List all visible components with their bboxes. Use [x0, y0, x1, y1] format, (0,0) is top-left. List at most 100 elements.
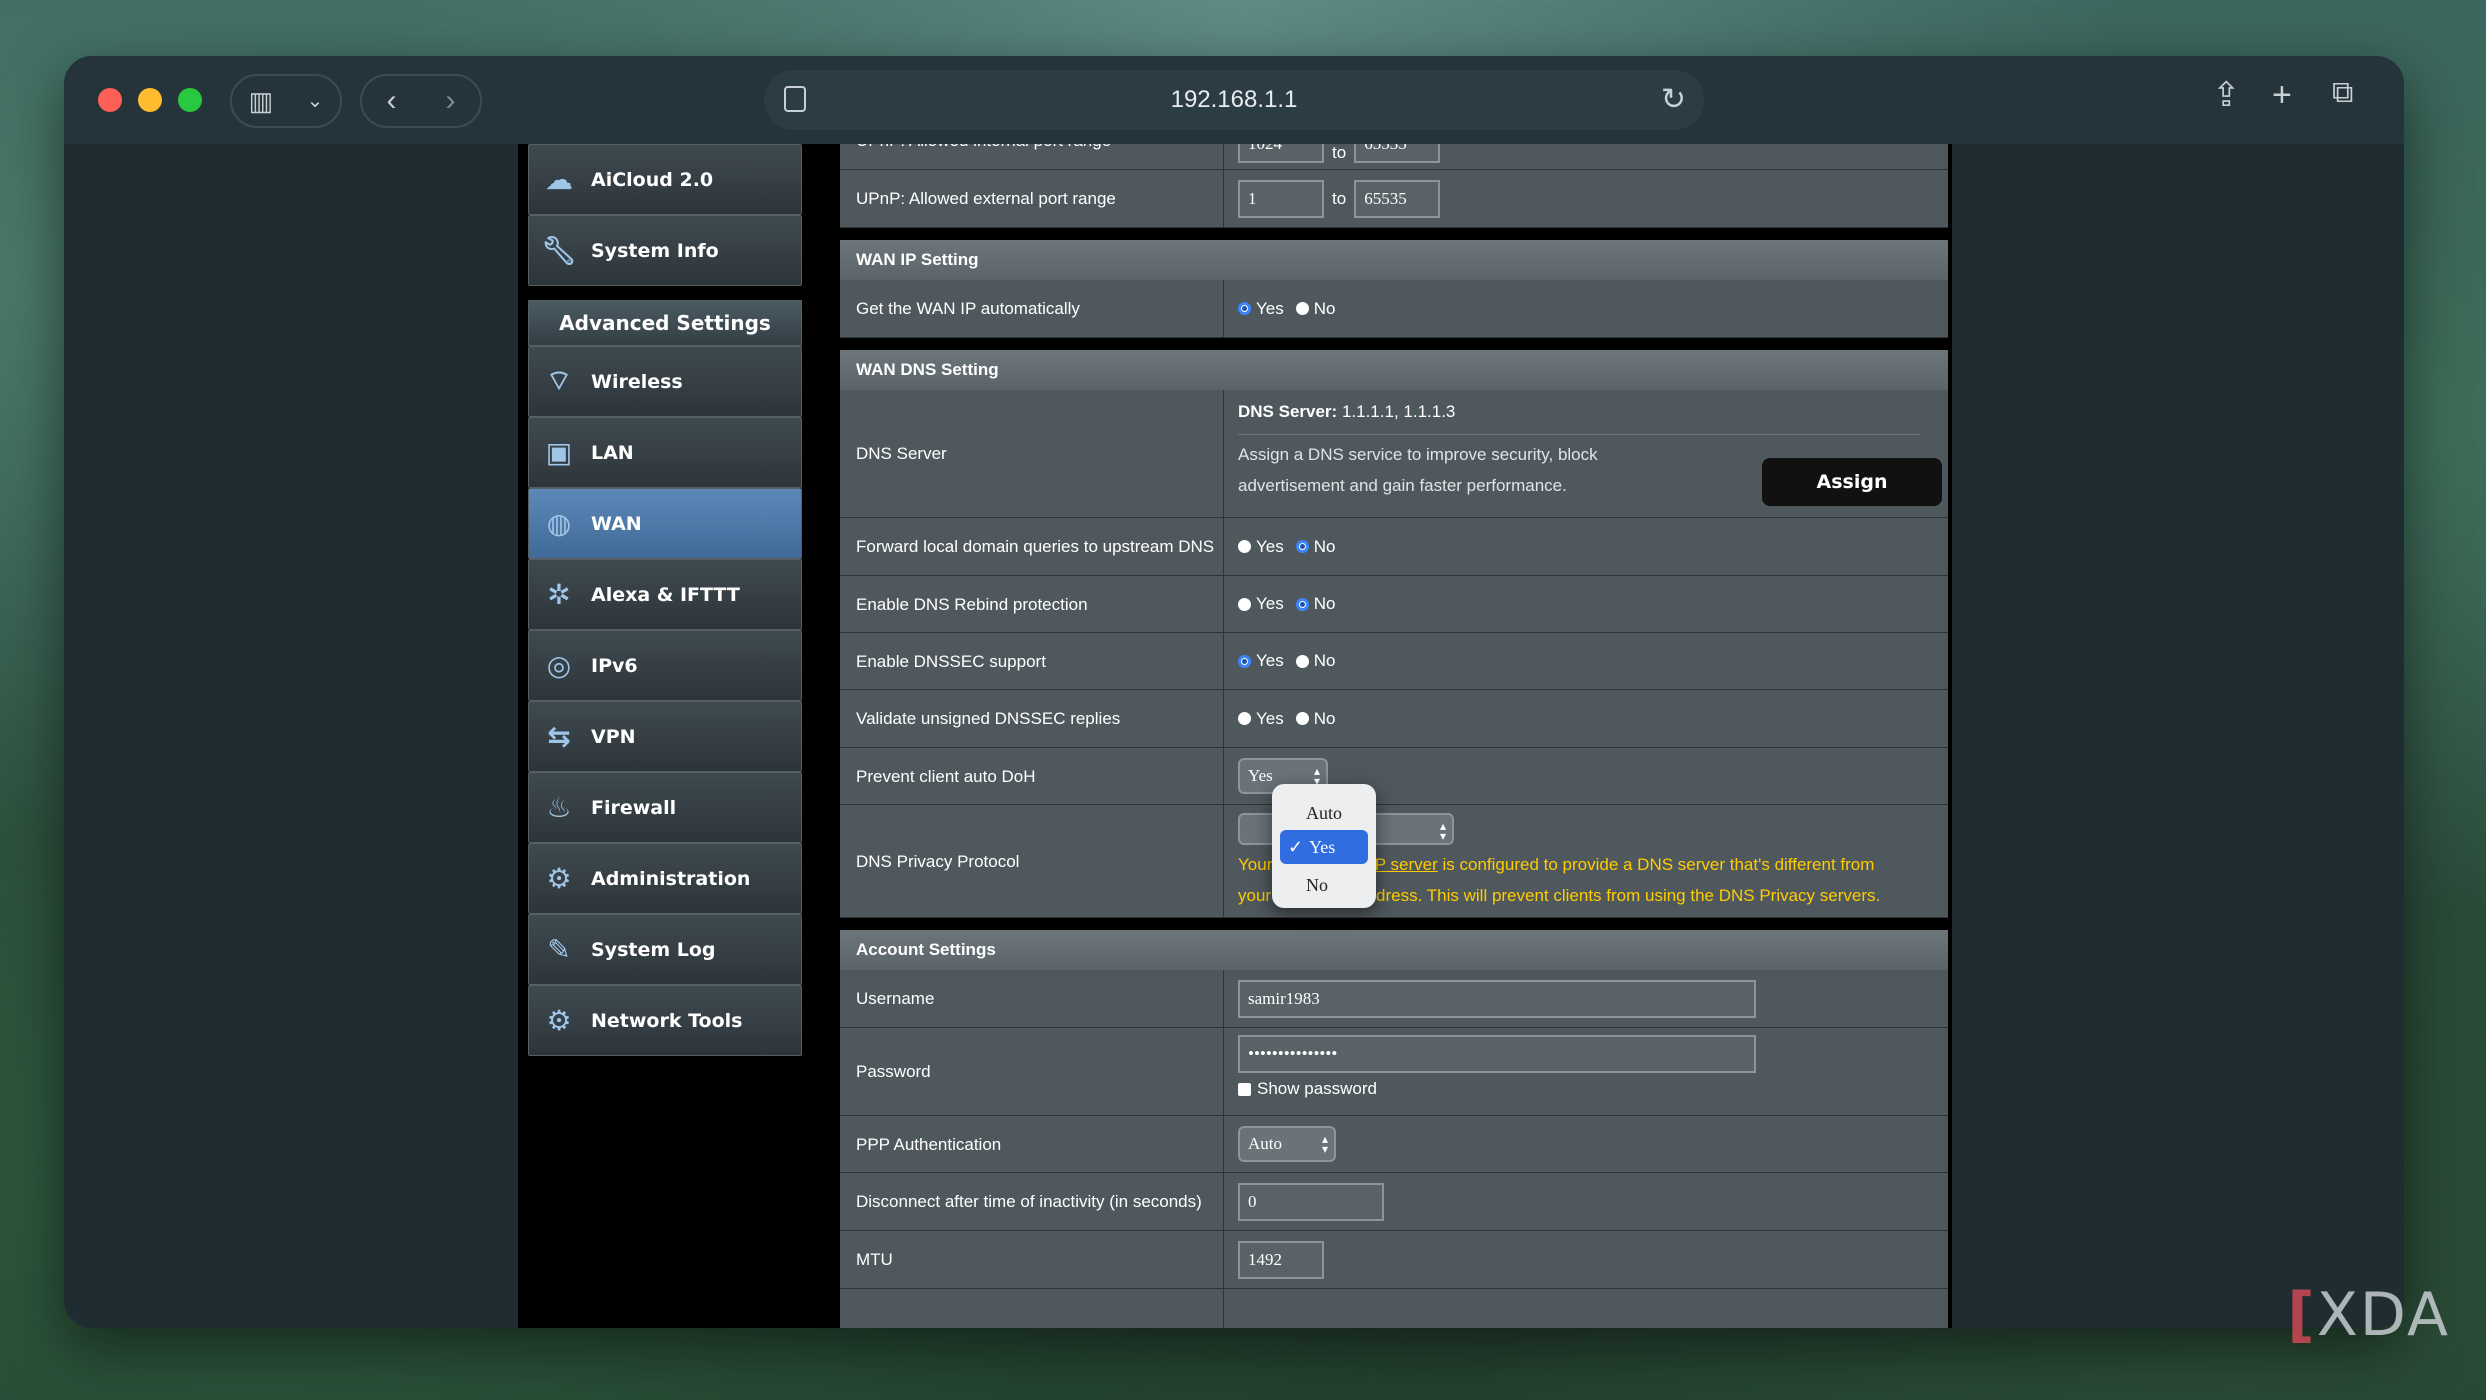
- sidebar-item-firewall[interactable]: ♨ Firewall: [528, 772, 802, 843]
- sidebar-item-label: AiCloud 2.0: [591, 168, 714, 191]
- doh-option-auto[interactable]: Auto: [1272, 796, 1376, 830]
- forward-local-label: Forward local domain queries to upstream…: [840, 518, 1224, 575]
- wan-ip-auto-label: Get the WAN IP automatically: [840, 280, 1224, 337]
- sidebar-item-wan[interactable]: ◍ WAN: [528, 488, 802, 559]
- forward-local-no-radio[interactable]: No: [1295, 537, 1335, 557]
- sidebar-item-label: VPN: [591, 725, 636, 748]
- dns-rebind-row: Enable DNS Rebind protection Yes No: [840, 576, 1948, 633]
- radio-unselected-icon: [1295, 712, 1309, 725]
- dns-rebind-yes-radio[interactable]: Yes: [1238, 594, 1284, 614]
- log-icon: ✎: [547, 933, 571, 966]
- radio-unselected-icon: [1238, 597, 1251, 611]
- tools-icon: ⚙: [546, 1004, 572, 1037]
- ppp-auth-label: PPP Authentication: [840, 1116, 1224, 1172]
- partial-value: [1224, 1289, 1948, 1328]
- sidebar-item-ipv6[interactable]: ◎ IPv6: [528, 630, 802, 701]
- web-viewport: ☁ ☁ AiCloud 2.0 🔧︎ System Info Advanced …: [64, 144, 2404, 1328]
- upnp-internal-to-input[interactable]: 65535: [1354, 144, 1441, 163]
- dnssec-no-radio[interactable]: No: [1295, 651, 1335, 671]
- back-arrow-icon[interactable]: ‹: [387, 86, 397, 116]
- upnp-external-label: UPnP: Allowed external port range: [840, 170, 1224, 227]
- upnp-external-from-input[interactable]: 1: [1238, 179, 1324, 218]
- radio-selected-icon: [1295, 597, 1309, 611]
- sidebar-item-label: Wireless: [591, 370, 683, 393]
- disconnect-input[interactable]: 0: [1238, 1182, 1384, 1221]
- cloud-icon: ☁: [545, 163, 573, 196]
- forward-arrow-icon[interactable]: ›: [446, 86, 456, 116]
- xda-bracket-icon: [: [2287, 1280, 2317, 1350]
- doh-dropdown-menu: Auto ✓ Yes No: [1272, 784, 1376, 908]
- sidebar-item-label: Firewall: [591, 796, 677, 819]
- sidebar-item-wireless[interactable]: ⌔ Wireless: [528, 346, 802, 417]
- password-input[interactable]: •••••••••••••••: [1238, 1035, 1756, 1073]
- radio-label: No: [1313, 708, 1336, 728]
- page-settings-icon[interactable]: [784, 86, 806, 112]
- dns-server-title: DNS Server:: [1238, 402, 1338, 421]
- dns-rebind-no-radio[interactable]: No: [1295, 594, 1335, 614]
- sidebar-item-label: Alexa & IFTTT: [591, 583, 740, 606]
- doh-option-no[interactable]: No: [1272, 868, 1376, 902]
- upnp-internal-from-input[interactable]: 1024: [1238, 144, 1324, 163]
- wan-ip-auto-yes-radio[interactable]: Yes: [1238, 299, 1284, 319]
- sidebar-item-lan[interactable]: ▣ LAN: [528, 417, 802, 488]
- sidebar-item-label: System Log: [591, 938, 716, 961]
- partial-label: [840, 1289, 1224, 1328]
- dnssec-label: Enable DNSSEC support: [840, 633, 1224, 689]
- wan-ip-auto-no-radio[interactable]: No: [1295, 299, 1335, 319]
- prevent-doh-row: Prevent client auto DoH Yes ▴ ▾: [840, 748, 1948, 805]
- dnssec-yes-radio[interactable]: Yes: [1238, 651, 1284, 671]
- wrench-icon: 🔧︎: [541, 234, 577, 267]
- dns-privacy-row: DNS Privacy Protocol ▴▾ Your router's DH…: [840, 805, 1948, 918]
- sidebar-item-aicloud[interactable]: ☁ AiCloud 2.0: [528, 144, 802, 215]
- doh-option-yes[interactable]: ✓ Yes: [1280, 830, 1368, 864]
- url-text: 192.168.1.1: [1170, 86, 1298, 113]
- tab-overview-icon[interactable]: ⧉: [2332, 78, 2353, 108]
- radio-unselected-icon: [1295, 654, 1309, 668]
- show-password-label: Show password: [1257, 1079, 1378, 1098]
- mtu-input[interactable]: 1492: [1238, 1240, 1324, 1279]
- sidebar-item-system-log[interactable]: ✎ System Log: [528, 914, 802, 985]
- radio-label: Yes: [1256, 536, 1284, 556]
- ipv6-globe-icon: ◎: [546, 649, 572, 682]
- wan-ip-auto-row: Get the WAN IP automatically Yes No: [840, 280, 1948, 338]
- sidebar-item-administration[interactable]: ⚙ Administration: [528, 843, 802, 914]
- sidebar-item-label: Administration: [591, 867, 751, 890]
- close-window-button[interactable]: [98, 88, 122, 112]
- zoom-window-button[interactable]: [178, 88, 202, 112]
- username-input[interactable]: samir1983: [1238, 979, 1756, 1018]
- sidebar-toggle-icon[interactable]: ▥: [249, 88, 274, 114]
- reload-icon[interactable]: ↻: [1661, 82, 1686, 117]
- address-bar[interactable]: 192.168.1.1 ↻: [764, 70, 1704, 130]
- validate-unsigned-yes-radio[interactable]: Yes: [1238, 709, 1284, 729]
- upnp-external-to-input[interactable]: 65535: [1354, 179, 1441, 218]
- sidebar-item-label: System Info: [591, 239, 719, 262]
- wan-ip-section-header: WAN IP Setting: [840, 228, 1948, 280]
- share-icon[interactable]: ⇪: [2212, 78, 2241, 112]
- minimize-window-button[interactable]: [138, 88, 162, 112]
- ppp-auth-select[interactable]: Auto ▴ ▾: [1238, 1126, 1336, 1162]
- select-value: Yes: [1248, 766, 1273, 785]
- username-label: Username: [840, 970, 1224, 1027]
- sidebar-item-label: Network Tools: [591, 1009, 743, 1032]
- validate-unsigned-row: Validate unsigned DNSSEC replies Yes No: [840, 690, 1948, 748]
- show-password-checkbox[interactable]: [1238, 1082, 1251, 1096]
- validate-unsigned-no-radio[interactable]: No: [1295, 708, 1336, 729]
- forward-local-yes-radio[interactable]: Yes: [1238, 537, 1284, 557]
- upnp-external-row: UPnP: Allowed external port range 1 to 6…: [840, 170, 1948, 228]
- radio-unselected-icon: [1238, 540, 1251, 553]
- sidebar-item-network-tools[interactable]: ⚙ Network Tools: [528, 985, 802, 1056]
- sidebar-item-alexa-ifttt[interactable]: ✲ Alexa & IFTTT: [528, 559, 802, 630]
- updown-arrow-icon: ▴ ▾: [1321, 1132, 1328, 1156]
- assign-dns-button[interactable]: Assign: [1762, 458, 1942, 506]
- select-value: Auto: [1248, 1134, 1282, 1153]
- account-section-header: Account Settings: [840, 918, 1948, 970]
- new-tab-icon[interactable]: +: [2272, 78, 2292, 112]
- sidebar-item-system-info[interactable]: 🔧︎ System Info: [528, 215, 802, 286]
- option-label: Yes: [1309, 836, 1336, 857]
- dns-server-value: 1.1.1.1, 1.1.1.3: [1341, 402, 1456, 421]
- updown-arrow-icon: ▴ ▾: [1439, 819, 1446, 843]
- mtu-row: MTU 1492: [840, 1231, 1948, 1289]
- wifi-icon: ⌔: [545, 364, 573, 397]
- chevron-down-icon[interactable]: ⌄: [307, 91, 324, 111]
- sidebar-item-vpn[interactable]: ⇆ VPN: [528, 701, 802, 772]
